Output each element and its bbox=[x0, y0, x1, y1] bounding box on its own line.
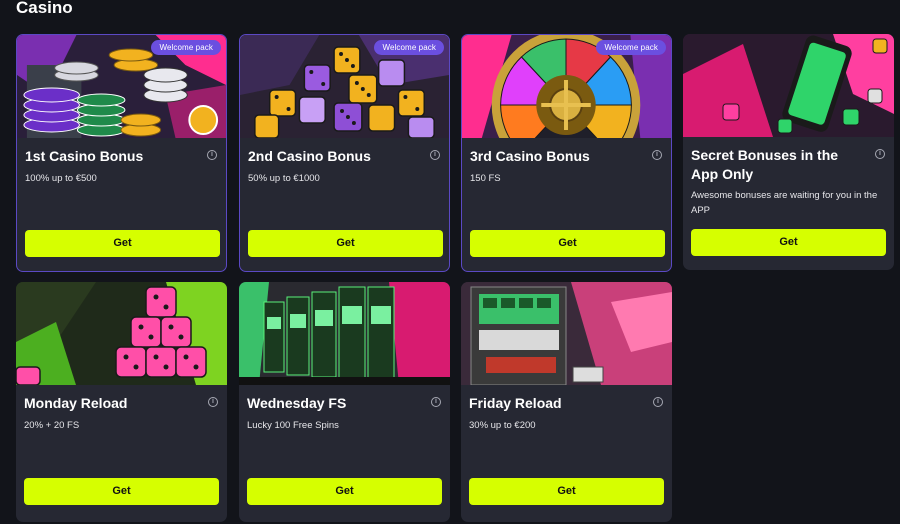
get-button[interactable]: Get bbox=[24, 478, 219, 505]
bonus-card-friday-reload[interactable]: Friday Reload i 30% up to €200 Get bbox=[461, 282, 672, 522]
card-description: 150 FS bbox=[470, 173, 501, 184]
info-icon[interactable]: i bbox=[207, 150, 217, 160]
card-description: 20% + 20 FS bbox=[24, 420, 80, 431]
card-title: Monday Reload bbox=[24, 395, 128, 411]
get-button[interactable]: Get bbox=[469, 478, 664, 505]
info-icon[interactable]: i bbox=[208, 397, 218, 407]
card-description: Lucky 100 Free Spins bbox=[247, 420, 339, 431]
bonus-card-1st-casino[interactable]: Welcome pack 1st Casino Bonus i 100% up … bbox=[16, 34, 227, 272]
pink-dice-image bbox=[16, 282, 227, 385]
welcome-pack-badge: Welcome pack bbox=[374, 40, 444, 55]
bonus-card-monday-reload[interactable]: Monday Reload i 20% + 20 FS Get bbox=[16, 282, 227, 522]
get-button[interactable]: Get bbox=[25, 230, 220, 257]
card-description: 100% up to €500 bbox=[25, 173, 97, 184]
card-title: 1st Casino Bonus bbox=[25, 148, 144, 164]
card-description: Awesome bonuses are waiting for you in t… bbox=[691, 190, 878, 216]
slot-machines-image bbox=[239, 282, 450, 385]
card-title: Secret Bonuses in the App Only bbox=[691, 147, 839, 182]
bonus-card-wednesday-fs[interactable]: Wednesday FS i Lucky 100 Free Spins Get bbox=[239, 282, 450, 522]
casino-chips-image: Welcome pack bbox=[17, 35, 226, 138]
card-description: 30% up to €200 bbox=[469, 420, 536, 431]
casino-dice-image: Welcome pack bbox=[240, 35, 449, 138]
phone-app-image bbox=[683, 34, 894, 137]
card-title: Wednesday FS bbox=[247, 395, 347, 411]
bonus-grid: Welcome pack 1st Casino Bonus i 100% up … bbox=[16, 34, 896, 524]
card-title: 3rd Casino Bonus bbox=[470, 148, 590, 164]
welcome-pack-badge: Welcome pack bbox=[151, 40, 221, 55]
card-description: 50% up to €1000 bbox=[248, 173, 320, 184]
info-icon[interactable]: i bbox=[430, 150, 440, 160]
get-button[interactable]: Get bbox=[248, 230, 443, 257]
section-title: Casino bbox=[16, 0, 73, 17]
info-icon[interactable]: i bbox=[653, 397, 663, 407]
bonus-card-2nd-casino[interactable]: Welcome pack 2nd Casino Bonus i 50% up t… bbox=[239, 34, 450, 272]
get-button[interactable]: Get bbox=[691, 229, 886, 256]
get-button[interactable]: Get bbox=[470, 230, 665, 257]
card-title: 2nd Casino Bonus bbox=[248, 148, 371, 164]
info-icon[interactable]: i bbox=[875, 149, 885, 159]
bonus-card-3rd-casino[interactable]: Welcome pack 3rd Casino Bonus i 150 FS G… bbox=[461, 34, 672, 272]
bonus-card-secret-app[interactable]: Secret Bonuses in the App Only i Awesome… bbox=[683, 34, 894, 270]
welcome-pack-badge: Welcome pack bbox=[596, 40, 666, 55]
slot-machine-image bbox=[461, 282, 672, 385]
get-button[interactable]: Get bbox=[247, 478, 442, 505]
info-icon[interactable]: i bbox=[652, 150, 662, 160]
card-title: Friday Reload bbox=[469, 395, 562, 411]
info-icon[interactable]: i bbox=[431, 397, 441, 407]
roulette-wheel-image: Welcome pack bbox=[462, 35, 671, 138]
